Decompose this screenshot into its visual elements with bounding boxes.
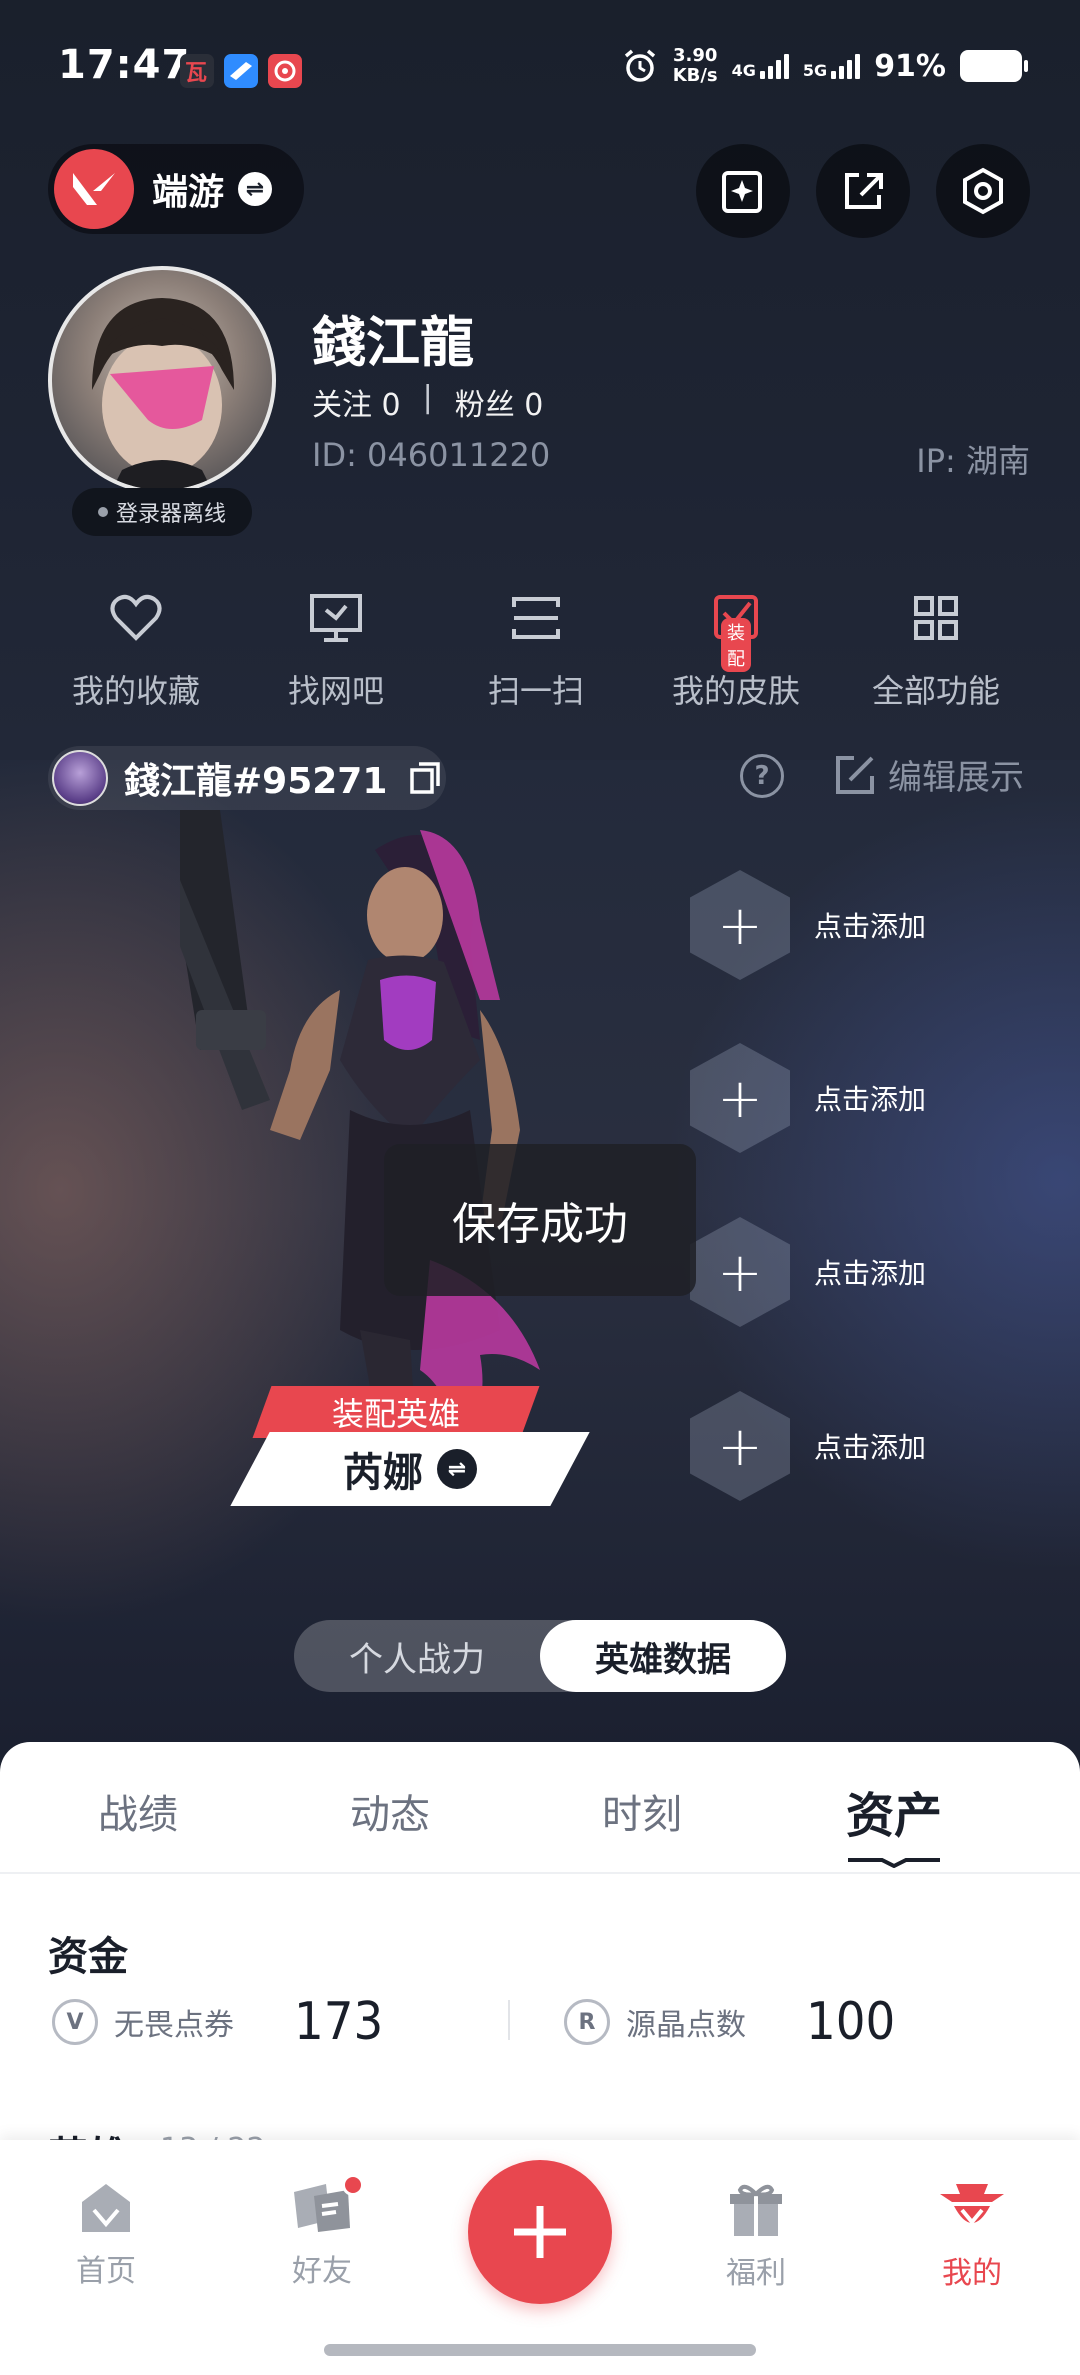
quick-action-all-features[interactable]: 全部功能 — [836, 588, 1036, 712]
copy-icon[interactable] — [409, 761, 441, 795]
follow-stats: 关注 0 | 粉丝 0 — [312, 380, 543, 424]
tab-moments[interactable]: 时刻 — [516, 1742, 768, 1872]
status-time: 17:47 — [58, 42, 191, 88]
valorant-points-icon: V — [52, 1999, 98, 2045]
battery-percentage: 91% — [874, 48, 946, 84]
user-name: 錢江龍 — [312, 311, 474, 374]
share-button[interactable] — [816, 144, 910, 238]
data-view-toggle: 个人战力 英雄数据 — [294, 1620, 786, 1692]
tabs-divider — [0, 1872, 1080, 1874]
swap-hero-icon: ⇌ — [437, 1449, 477, 1489]
plus-icon: + — [690, 1391, 790, 1501]
tab-feed[interactable]: 动态 — [264, 1742, 516, 1872]
game-switcher[interactable]: 端游 ⇌ — [48, 144, 304, 234]
funds-title: 资金 — [48, 1934, 128, 1980]
swap-icon: ⇌ — [238, 172, 273, 206]
quick-action-scan[interactable]: 扫一扫 — [436, 588, 636, 712]
hero-name: 芮娜 — [343, 1450, 423, 1496]
toggle-personal-power[interactable]: 个人战力 — [294, 1632, 540, 1681]
app-notification-icon: 瓦 — [180, 54, 214, 88]
agent-icon — [940, 2184, 1004, 2226]
launcher-status-badge: 登录器离线 — [72, 488, 252, 536]
network-type-4g: 4G — [731, 61, 756, 80]
add-slot[interactable]: + 点击添加 — [690, 1217, 990, 1327]
fund-valorant-points: V 无畏点券 173 — [52, 1992, 383, 2052]
edit-icon — [836, 755, 874, 794]
tab-record[interactable]: 战绩 — [12, 1742, 264, 1872]
riot-avatar — [52, 750, 108, 806]
fund-radianite: R 源晶点数 100 — [564, 1992, 895, 2052]
stat-separator: | — [422, 380, 433, 415]
feishu-notification-icon — [224, 54, 258, 88]
avatar[interactable] — [48, 266, 276, 494]
gear-icon — [963, 167, 1003, 215]
nav-me[interactable]: 我的 — [902, 2180, 1042, 2292]
create-post-button[interactable] — [696, 144, 790, 238]
plus-icon: + — [690, 870, 790, 980]
nav-friends[interactable]: 好友 — [252, 2174, 392, 2290]
home-indicator[interactable] — [324, 2344, 756, 2356]
settings-button[interactable] — [936, 144, 1030, 238]
bottom-navigation: 首页 好友 福利 我的 — [0, 2140, 1080, 2375]
network-type-5g: 5G — [802, 61, 828, 80]
funds-divider — [508, 2000, 510, 2040]
notification-dot — [342, 2174, 364, 2196]
offline-dot-icon — [97, 507, 108, 517]
valorant-logo-icon — [54, 149, 134, 229]
alarm-icon — [624, 49, 655, 82]
add-slot[interactable]: + 点击添加 — [690, 1391, 990, 1501]
signal-5g-icon — [831, 53, 861, 79]
network-speed: 3.90 KB/s — [672, 45, 718, 86]
plus-icon: + — [690, 1217, 790, 1327]
quick-action-find-cafe[interactable]: 找网吧 — [236, 588, 436, 712]
sparkle-card-icon — [722, 171, 762, 213]
heart-icon — [110, 588, 162, 648]
create-button[interactable] — [468, 2160, 612, 2304]
scan-icon — [510, 588, 562, 648]
add-slot[interactable]: + 点击添加 — [690, 1043, 990, 1153]
grid-icon — [912, 588, 960, 648]
share-icon — [845, 173, 883, 209]
riot-id: 錢江龍#95271 — [124, 761, 388, 802]
svg-text:瓦: 瓦 — [185, 61, 207, 86]
fans-stat[interactable]: 粉丝 0 — [455, 380, 544, 424]
following-stat[interactable]: 关注 0 — [312, 380, 401, 424]
plus-icon: + — [690, 1043, 790, 1153]
equipped-hero-tag: 装配英雄 — [252, 1386, 540, 1438]
edit-display-button[interactable]: 编辑展示 — [834, 750, 1024, 799]
signal-4g-icon — [759, 53, 789, 79]
music-notification-icon — [268, 54, 302, 88]
ip-location: IP: 湖南 — [916, 442, 1030, 480]
nav-home[interactable]: 首页 — [36, 2180, 176, 2290]
plus-icon — [514, 2206, 566, 2258]
game-name: 端游 — [152, 172, 225, 213]
add-slot[interactable]: + 点击添加 — [690, 870, 990, 980]
quick-action-favorites[interactable]: 我的收藏 — [36, 588, 236, 712]
user-id: ID: 046011220 — [312, 436, 551, 474]
riot-id-pill: 錢江龍#95271 — [48, 746, 446, 810]
skin-icon: 装配 — [710, 588, 762, 672]
save-success-toast: 保存成功 — [384, 1144, 696, 1296]
profile-content-sheet: 战绩 动态 时刻 资产 资金 V 无畏点券 173 R 源晶点数 100 英雄 … — [0, 1742, 1080, 2180]
status-indicators: 3.90 KB/s 4G 5G 91% — [621, 45, 1028, 86]
battery-icon — [960, 50, 1028, 82]
gift-icon — [730, 2184, 782, 2236]
home-icon — [82, 2184, 130, 2232]
active-tab-indicator — [848, 1858, 940, 1868]
radianite-icon: R — [564, 1999, 610, 2045]
toggle-hero-data[interactable]: 英雄数据 — [540, 1620, 786, 1692]
help-icon[interactable]: ? — [740, 754, 784, 798]
equip-badge: 装配 — [721, 618, 751, 672]
nav-benefits[interactable]: 福利 — [686, 2180, 826, 2292]
monitor-icon — [308, 588, 364, 648]
quick-action-my-skins[interactable]: 装配 我的皮肤 — [636, 588, 836, 712]
equipped-hero-plate[interactable]: 芮娜 ⇌ — [230, 1432, 590, 1506]
